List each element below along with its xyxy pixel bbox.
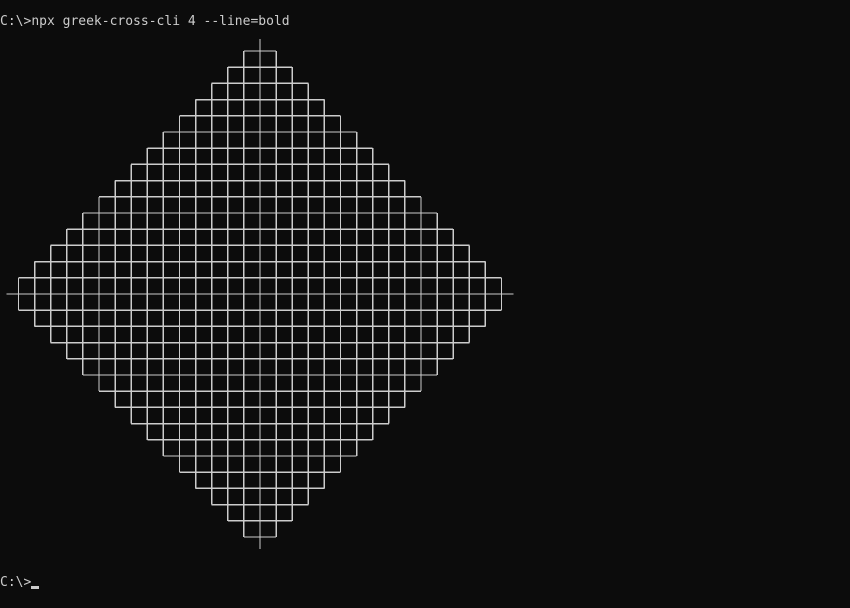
prompt-line[interactable]: C:\> [0, 575, 40, 591]
final-prompt: C:\> [0, 575, 32, 590]
text-cursor [31, 586, 40, 589]
terminal-window[interactable]: C:\>npx greek-cross-cli 4 --line=bold C:… [0, 0, 850, 608]
greek-cross-ascii-art [6, 39, 514, 549]
